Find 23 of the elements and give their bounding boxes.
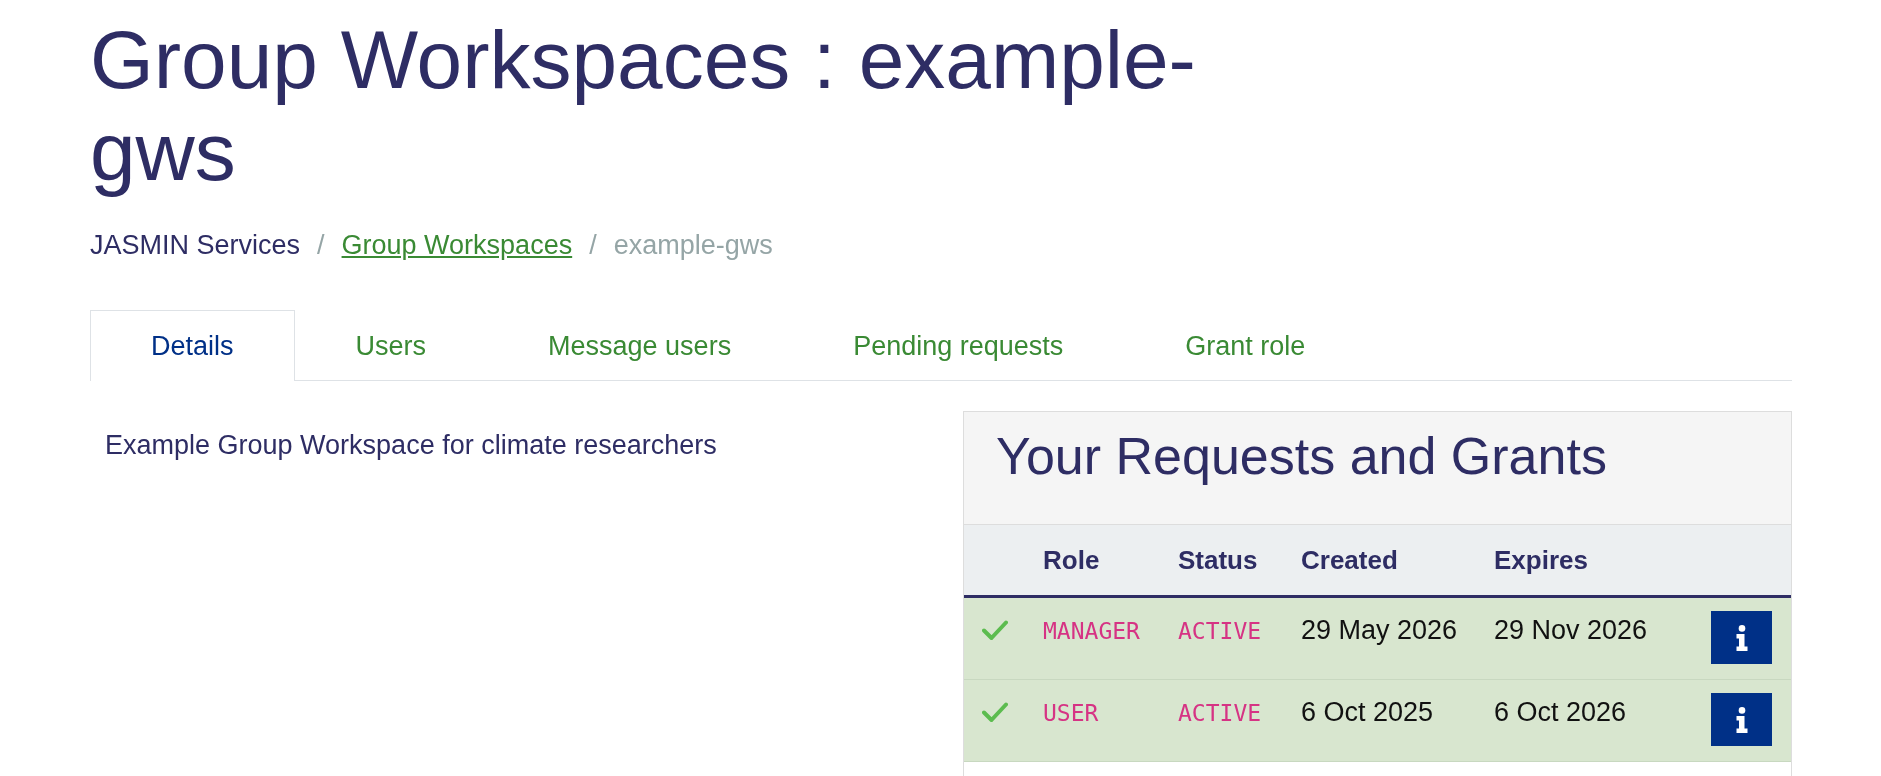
- workspace-description: Example Group Workspace for climate researchers: [104, 429, 718, 462]
- info-button[interactable]: [1711, 693, 1772, 746]
- breadcrumb-item: JASMIN Services: [90, 229, 301, 262]
- tab[interactable]: Pending requests: [792, 310, 1125, 381]
- role-code: USER: [1043, 700, 1099, 726]
- tab[interactable]: Grant role: [1124, 310, 1367, 381]
- info-icon: [1735, 706, 1748, 733]
- tab[interactable]: Message users: [487, 310, 793, 381]
- breadcrumb-current: example-gws: [613, 229, 773, 262]
- tab[interactable]: Users: [294, 310, 488, 381]
- table-cell: 6 Oct 2025: [1289, 680, 1482, 762]
- status-code: ACTIVE: [1178, 700, 1262, 726]
- info-icon: [1735, 624, 1748, 651]
- role-code: MANAGER: [1043, 618, 1140, 644]
- table-cell: 6 Oct 2026: [1482, 680, 1699, 762]
- page-title: Group Workspaces : example-gws: [90, 14, 1197, 198]
- breadcrumb-link[interactable]: Group Workspaces: [341, 225, 573, 265]
- breadcrumb-separator: /: [589, 229, 597, 262]
- status-code: ACTIVE: [1178, 618, 1262, 644]
- tab[interactable]: Details: [90, 310, 295, 381]
- info-button[interactable]: [1711, 611, 1772, 664]
- breadcrumb-separator: /: [317, 229, 325, 262]
- panel-title: Your Requests and Grants: [996, 426, 1608, 486]
